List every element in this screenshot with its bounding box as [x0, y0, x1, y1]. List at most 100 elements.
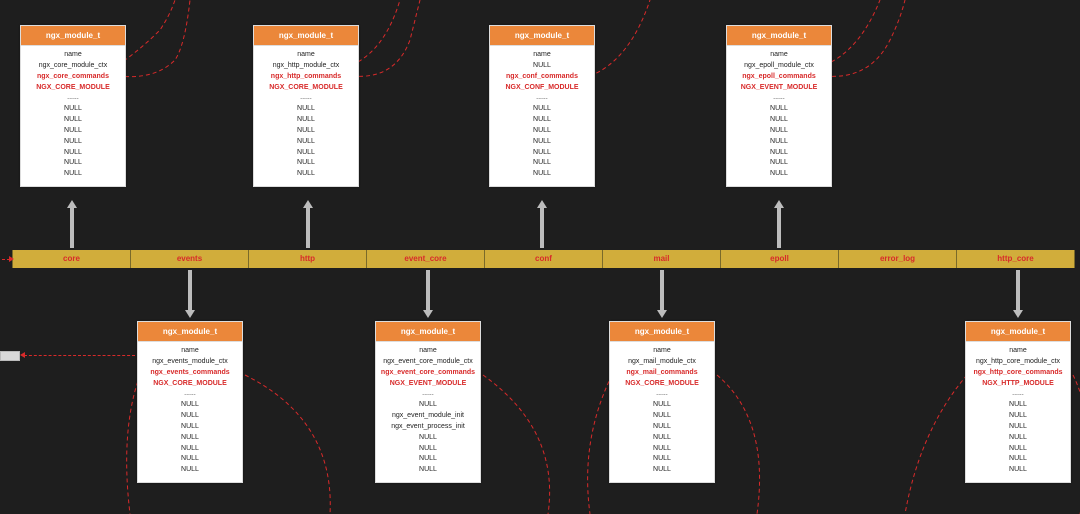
arrow-up-icon	[774, 200, 784, 248]
module-body: namengx_events_module_ctxngx_events_comm…	[138, 342, 242, 482]
module-row: NULL	[140, 454, 240, 465]
module-box-events: ngx_module_tnamengx_events_module_ctxngx…	[137, 321, 243, 483]
module-row: NGX_CORE_MODULE	[256, 83, 356, 94]
module-row: NULL	[492, 137, 592, 148]
module-body: namengx_core_module_ctxngx_core_commands…	[21, 46, 125, 186]
module-row: ngx_epoll_module_ctx	[729, 61, 829, 72]
module-row: NULL	[378, 400, 478, 411]
arrow-down-icon	[657, 270, 667, 318]
module-row: name	[968, 346, 1068, 357]
module-row: ......	[256, 93, 356, 104]
module-row: ngx_epoll_commands	[729, 72, 829, 83]
module-row: ......	[968, 389, 1068, 400]
module-row: NULL	[612, 411, 712, 422]
module-row: ngx_http_core_commands	[968, 368, 1068, 379]
module-row: NULL	[968, 411, 1068, 422]
module-header: ngx_module_t	[727, 26, 831, 46]
module-box-http: ngx_module_tnamengx_http_module_ctxngx_h…	[253, 25, 359, 187]
module-row: NULL	[378, 454, 478, 465]
module-row: ngx_conf_commands	[492, 72, 592, 83]
arrow-down-icon	[185, 270, 195, 318]
module-row: NULL	[140, 422, 240, 433]
module-row: NULL	[612, 444, 712, 455]
module-row: name	[492, 50, 592, 61]
module-header: ngx_module_t	[254, 26, 358, 46]
module-row: NULL	[729, 158, 829, 169]
module-row: NULL	[256, 126, 356, 137]
module-row: NULL	[378, 465, 478, 476]
module-row: NULL	[729, 148, 829, 159]
module-row: NULL	[23, 158, 123, 169]
arrow-down-icon	[423, 270, 433, 318]
module-row: NULL	[378, 433, 478, 444]
module-box-epoll: ngx_module_tnamengx_epoll_module_ctxngx_…	[726, 25, 832, 187]
module-box-http_core: ngx_module_tnamengx_http_core_module_ctx…	[965, 321, 1071, 483]
module-body: nameNULLngx_conf_commandsNGX_CONF_MODULE…	[490, 46, 594, 186]
module-strip: core events http event_core conf mail ep…	[12, 250, 1080, 268]
module-row: NULL	[492, 61, 592, 72]
module-row: NGX_CORE_MODULE	[612, 379, 712, 390]
module-row: NULL	[140, 465, 240, 476]
strip-pointer-arrow-icon	[2, 254, 12, 264]
module-row: NGX_CORE_MODULE	[23, 83, 123, 94]
module-row: NULL	[729, 104, 829, 115]
module-box-core: ngx_module_tnamengx_core_module_ctxngx_c…	[20, 25, 126, 187]
arrow-up-icon	[537, 200, 547, 248]
module-row: NULL	[968, 422, 1068, 433]
module-row: ngx_http_commands	[256, 72, 356, 83]
module-row: ngx_core_commands	[23, 72, 123, 83]
module-row: name	[729, 50, 829, 61]
module-body: namengx_http_core_module_ctxngx_http_cor…	[966, 342, 1070, 482]
module-row: ngx_http_core_module_ctx	[968, 357, 1068, 368]
module-row: NULL	[492, 104, 592, 115]
module-row: NULL	[256, 169, 356, 180]
module-row: ngx_event_module_init	[378, 411, 478, 422]
module-row: NULL	[140, 433, 240, 444]
module-row: NGX_HTTP_MODULE	[968, 379, 1068, 390]
module-header: ngx_module_t	[490, 26, 594, 46]
module-header: ngx_module_t	[376, 322, 480, 342]
module-row: NGX_EVENT_MODULE	[729, 83, 829, 94]
arrow-up-icon	[303, 200, 313, 248]
module-row: NULL	[729, 115, 829, 126]
module-row: ......	[492, 93, 592, 104]
module-row: ngx_http_module_ctx	[256, 61, 356, 72]
module-box-mail: ngx_module_tnamengx_mail_module_ctxngx_m…	[609, 321, 715, 483]
strip-cell-mail: mail	[603, 250, 721, 268]
module-row: NULL	[968, 433, 1068, 444]
arrow-down-icon	[1013, 270, 1023, 318]
module-row: ngx_events_commands	[140, 368, 240, 379]
external-block	[0, 351, 20, 361]
strip-cell-conf: conf	[485, 250, 603, 268]
module-row: ngx_mail_module_ctx	[612, 357, 712, 368]
module-row: NULL	[612, 433, 712, 444]
module-row: NULL	[729, 126, 829, 137]
module-row: NULL	[968, 454, 1068, 465]
module-row: NULL	[256, 104, 356, 115]
module-row: NULL	[968, 400, 1068, 411]
strip-cell-http: http	[249, 250, 367, 268]
module-box-event_core: ngx_module_tnamengx_event_core_module_ct…	[375, 321, 481, 483]
module-row: ngx_event_core_commands	[378, 368, 478, 379]
module-row: ......	[612, 389, 712, 400]
module-row: NULL	[256, 158, 356, 169]
module-row: NULL	[23, 137, 123, 148]
module-row: NULL	[492, 115, 592, 126]
module-row: ngx_event_process_init	[378, 422, 478, 433]
module-header: ngx_module_t	[610, 322, 714, 342]
module-row: NULL	[256, 115, 356, 126]
external-block-arrow-icon	[20, 355, 135, 356]
module-row: NULL	[968, 444, 1068, 455]
module-row: NULL	[23, 126, 123, 137]
strip-cell-error_log: error_log	[839, 250, 957, 268]
module-row: NGX_EVENT_MODULE	[378, 379, 478, 390]
module-row: NGX_CORE_MODULE	[140, 379, 240, 390]
module-row: NULL	[492, 158, 592, 169]
module-row: NULL	[23, 104, 123, 115]
module-row: ngx_core_module_ctx	[23, 61, 123, 72]
module-row: NULL	[612, 400, 712, 411]
module-row: NULL	[492, 126, 592, 137]
module-row: name	[256, 50, 356, 61]
module-box-conf: ngx_module_tnameNULLngx_conf_commandsNGX…	[489, 25, 595, 187]
module-row: NULL	[140, 400, 240, 411]
